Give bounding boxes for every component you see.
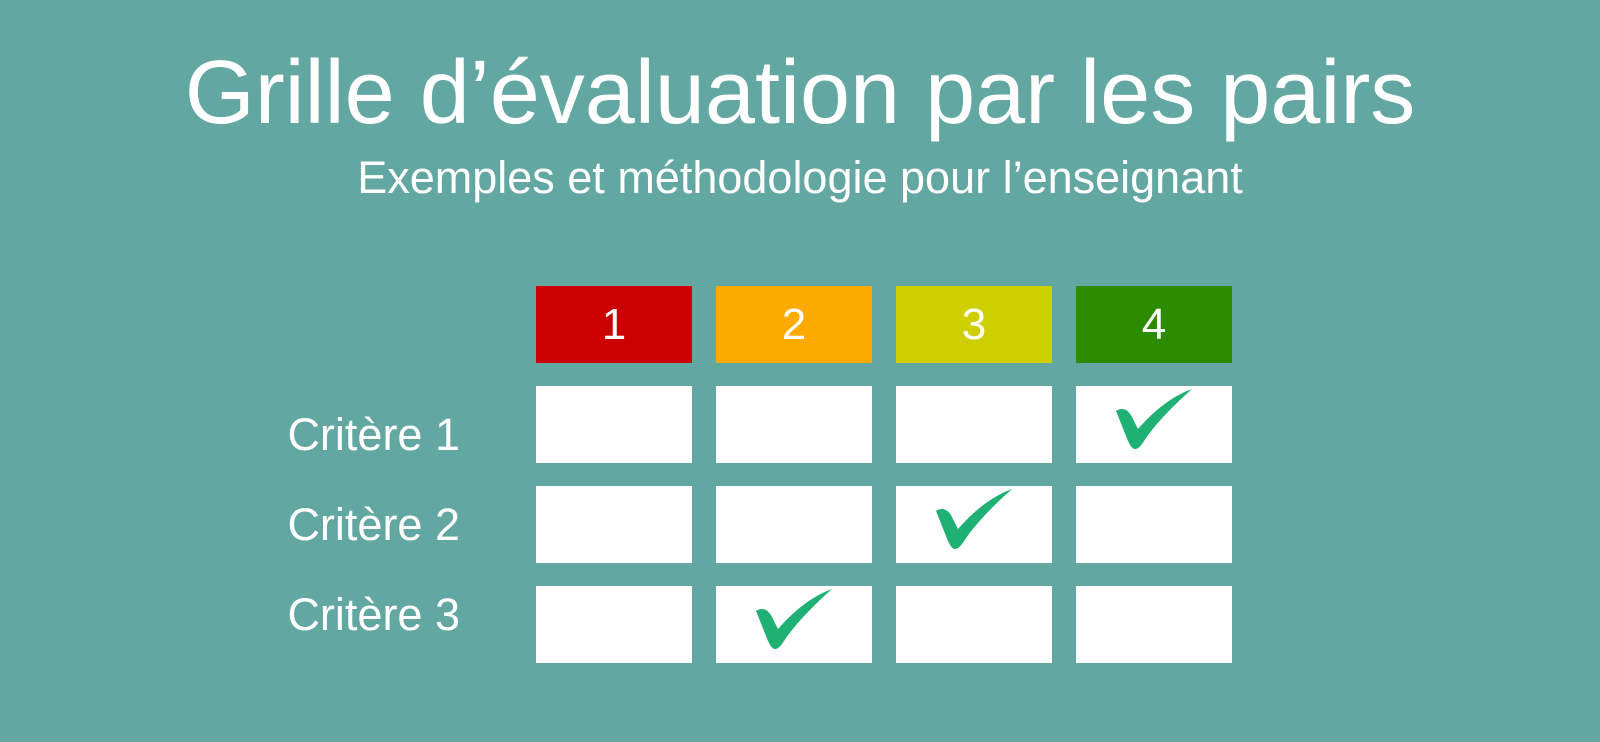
grid-cell[interactable] [536, 486, 692, 563]
level-header-3: 3 [896, 286, 1052, 363]
level-header-label: 3 [961, 299, 987, 349]
criterion-label-3: Critère 3 [287, 589, 460, 640]
grid-cell[interactable] [1076, 386, 1232, 463]
grid-cell[interactable] [1076, 486, 1232, 563]
grid-cell[interactable] [896, 386, 1052, 463]
checkmark-icon [1114, 389, 1194, 453]
criterion-label-1: Critère 1 [287, 409, 460, 460]
grid-cell[interactable] [716, 386, 872, 463]
checkmark-icon [934, 489, 1014, 553]
grid-cell[interactable] [536, 386, 692, 463]
page-title: Grille d’évaluation par les pairs [184, 43, 1416, 143]
criterion-label-2: Critère 2 [287, 499, 460, 550]
grid-cell[interactable] [1076, 586, 1232, 663]
checkmark-icon [754, 589, 834, 653]
evaluation-grid-slide: Grille d’évaluation par les pairs Exempl… [0, 0, 1600, 742]
level-header-label: 2 [781, 299, 807, 349]
page-subtitle: Exemples et méthodologie pour l’enseigna… [357, 152, 1243, 203]
grid-cell[interactable] [716, 486, 872, 563]
grid-cell[interactable] [716, 586, 872, 663]
level-header-label: 4 [1141, 299, 1167, 349]
grid-cell[interactable] [896, 486, 1052, 563]
level-header-1: 1 [536, 286, 692, 363]
level-header-2: 2 [716, 286, 872, 363]
grid-cell[interactable] [536, 586, 692, 663]
grid-cell[interactable] [896, 586, 1052, 663]
level-header-label: 1 [601, 299, 627, 349]
level-header-4: 4 [1076, 286, 1232, 363]
